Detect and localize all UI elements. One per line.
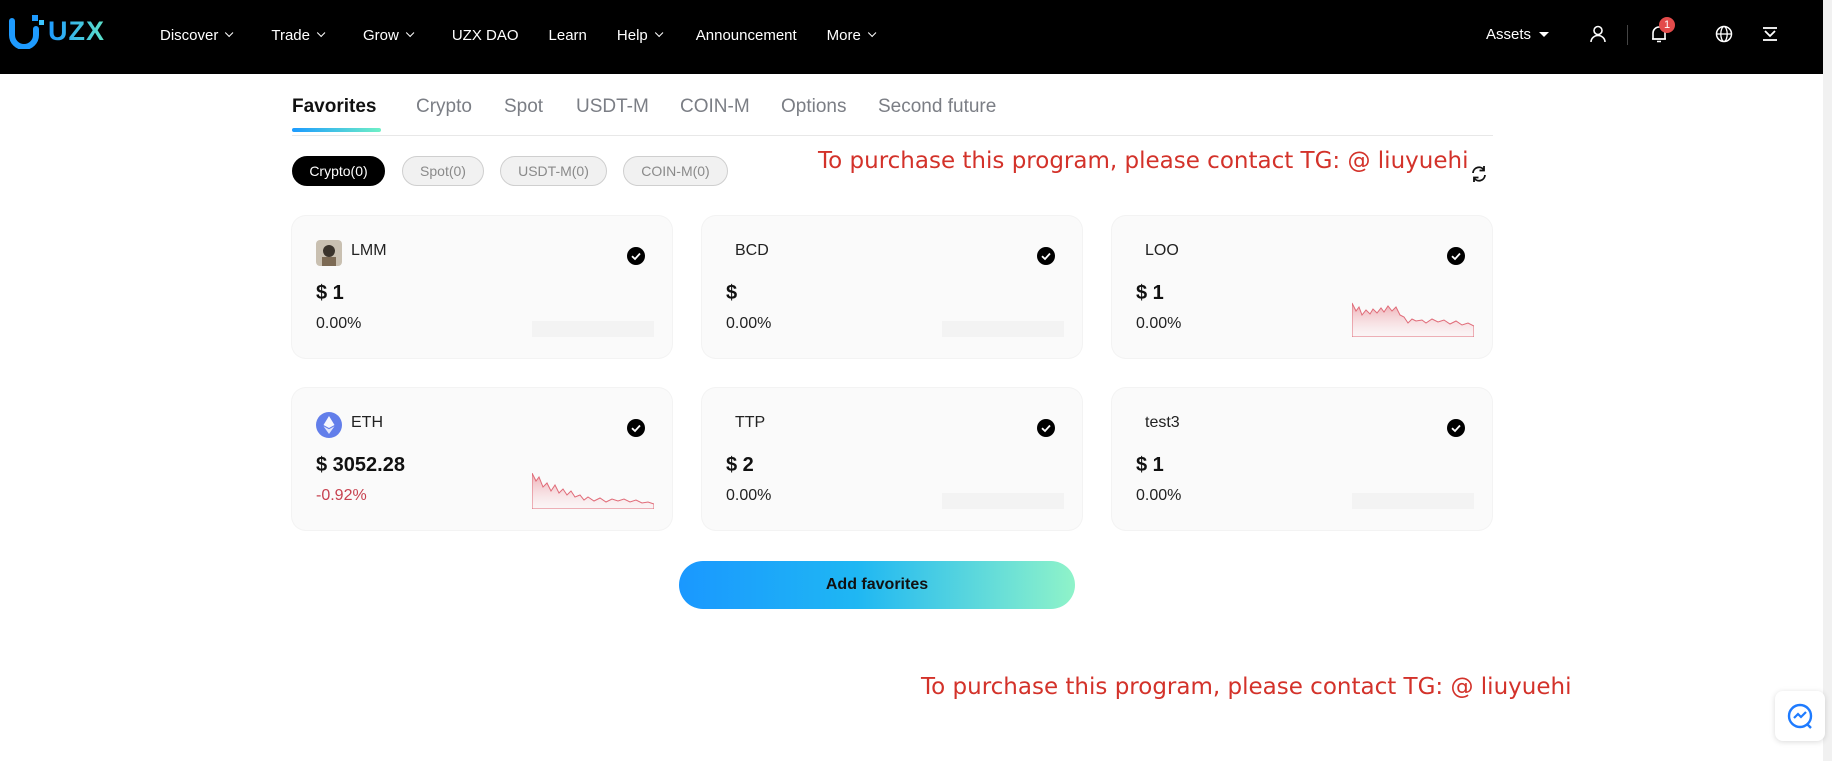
nav-label: Trade (271, 26, 310, 44)
top-navbar: UZX Discover Trade Grow UZX DAO Learn He… (0, 0, 1823, 74)
coin-price: $ 1 (316, 282, 344, 304)
coin-change: 0.00% (1136, 315, 1182, 332)
filter-coin-m[interactable]: COIN-M(0) (623, 156, 728, 186)
coin-change: 0.00% (726, 487, 772, 504)
promo-text-bottom: To purchase this program, please contact… (921, 674, 1572, 700)
tab-second-future[interactable]: Second future (878, 96, 996, 118)
sparkline-chart (532, 473, 654, 509)
favorite-card-test3[interactable]: test3 $ 1 0.00% (1112, 388, 1492, 530)
favorite-card-ttp[interactable]: TTP $ 2 0.00% (702, 388, 1082, 530)
favorited-check-icon[interactable] (627, 247, 645, 265)
sparkline-chart (532, 321, 654, 337)
active-tab-indicator (292, 128, 381, 132)
globe-icon[interactable] (1714, 24, 1734, 44)
customer-support-button[interactable] (1775, 691, 1825, 741)
refresh-icon[interactable] (1469, 164, 1489, 184)
nav-help[interactable]: Help (616, 26, 664, 44)
tab-crypto[interactable]: Crypto (416, 96, 472, 118)
chevron-down-icon (316, 28, 326, 38)
tab-coin-m[interactable]: COIN-M (680, 96, 750, 118)
tab-options[interactable]: Options (781, 96, 846, 118)
tab-spot[interactable]: Spot (504, 96, 543, 118)
main-nav: Discover Trade Grow UZX DAO Learn Help A… (160, 0, 877, 70)
tab-usdt-m[interactable]: USDT-M (576, 96, 649, 118)
user-icon[interactable] (1588, 24, 1608, 44)
add-favorites-button[interactable]: Add favorites (679, 561, 1075, 609)
favorite-card-bcd[interactable]: BCD $ 0.00% (702, 216, 1082, 358)
nav-learn[interactable]: Learn (549, 27, 587, 44)
nav-label: Help (616, 26, 648, 44)
assets-menu[interactable]: Assets (1486, 26, 1550, 43)
coin-price: $ (726, 282, 738, 304)
favorite-card-eth[interactable]: ETH $ 3052.28 -0.92% (292, 388, 672, 530)
filter-crypto[interactable]: Crypto(0) (292, 156, 385, 186)
favorited-check-icon[interactable] (1037, 419, 1055, 437)
header-divider (1627, 25, 1628, 45)
coin-symbol: test3 (1145, 414, 1180, 431)
chat-support-icon (1787, 703, 1813, 729)
nav-label: Learn (548, 26, 587, 44)
nav-announcement[interactable]: Announcement (696, 27, 797, 44)
favorite-card-loo[interactable]: LOO $ 1 0.00% (1112, 216, 1492, 358)
logo-mark-icon (9, 15, 44, 49)
nav-label: Announcement (695, 26, 797, 44)
favorited-check-icon[interactable] (627, 419, 645, 437)
caret-down-icon (1539, 32, 1550, 37)
chevron-down-icon (654, 28, 664, 38)
chevron-down-icon (405, 28, 415, 38)
sparkline-chart (1352, 493, 1474, 509)
nav-label: UZX DAO (451, 26, 519, 44)
nav-trade[interactable]: Trade (271, 26, 326, 44)
coin-price: $ 1 (1136, 282, 1164, 304)
coin-change: 0.00% (1136, 487, 1182, 504)
tab-favorites[interactable]: Favorites (292, 96, 376, 118)
sparkline-chart (942, 493, 1064, 509)
coin-change: -0.92% (316, 487, 367, 504)
nav-label: Discover (160, 26, 219, 44)
lmm-avatar-icon (316, 240, 342, 266)
chevron-down-icon (867, 28, 877, 38)
coin-price: $ 1 (1136, 454, 1164, 476)
coin-change: 0.00% (726, 315, 772, 332)
coin-symbol: LMM (351, 242, 387, 259)
download-icon[interactable] (1760, 24, 1780, 44)
coin-symbol: BCD (735, 242, 769, 259)
filter-spot[interactable]: Spot(0) (402, 156, 484, 186)
coin-price: $ 2 (726, 454, 754, 476)
nav-uzx-dao[interactable]: UZX DAO (452, 27, 519, 44)
coin-symbol: ETH (351, 414, 383, 431)
favorited-check-icon[interactable] (1447, 419, 1465, 437)
filter-usdt-m[interactable]: USDT-M(0) (500, 156, 607, 186)
ethereum-icon (316, 412, 342, 438)
nav-grow[interactable]: Grow (363, 26, 415, 44)
promo-text-top: To purchase this program, please contact… (818, 148, 1469, 174)
page-scrollbar[interactable] (1823, 0, 1832, 761)
nav-more[interactable]: More (826, 26, 877, 44)
favorite-card-lmm[interactable]: LMM $ 1 0.00% (292, 216, 672, 358)
coin-price: $ 3052.28 (316, 454, 405, 476)
nav-discover[interactable]: Discover (160, 26, 234, 44)
nav-label: Grow (363, 26, 399, 44)
favorited-check-icon[interactable] (1447, 247, 1465, 265)
favorited-check-icon[interactable] (1037, 247, 1055, 265)
sparkline-chart (942, 321, 1064, 337)
assets-label: Assets (1486, 26, 1532, 43)
market-tabs: Favorites Crypto Spot USDT-M COIN-M Opti… (292, 92, 1493, 136)
notification-badge: 1 (1659, 17, 1675, 33)
sparkline-chart (1352, 302, 1474, 337)
logo-text: UZX (48, 15, 105, 46)
coin-symbol: LOO (1145, 242, 1179, 259)
nav-label: More (826, 26, 861, 44)
chevron-down-icon (225, 28, 234, 38)
uzx-logo[interactable]: UZX (8, 13, 105, 49)
coin-symbol: TTP (735, 414, 766, 431)
coin-change: 0.00% (316, 315, 362, 332)
